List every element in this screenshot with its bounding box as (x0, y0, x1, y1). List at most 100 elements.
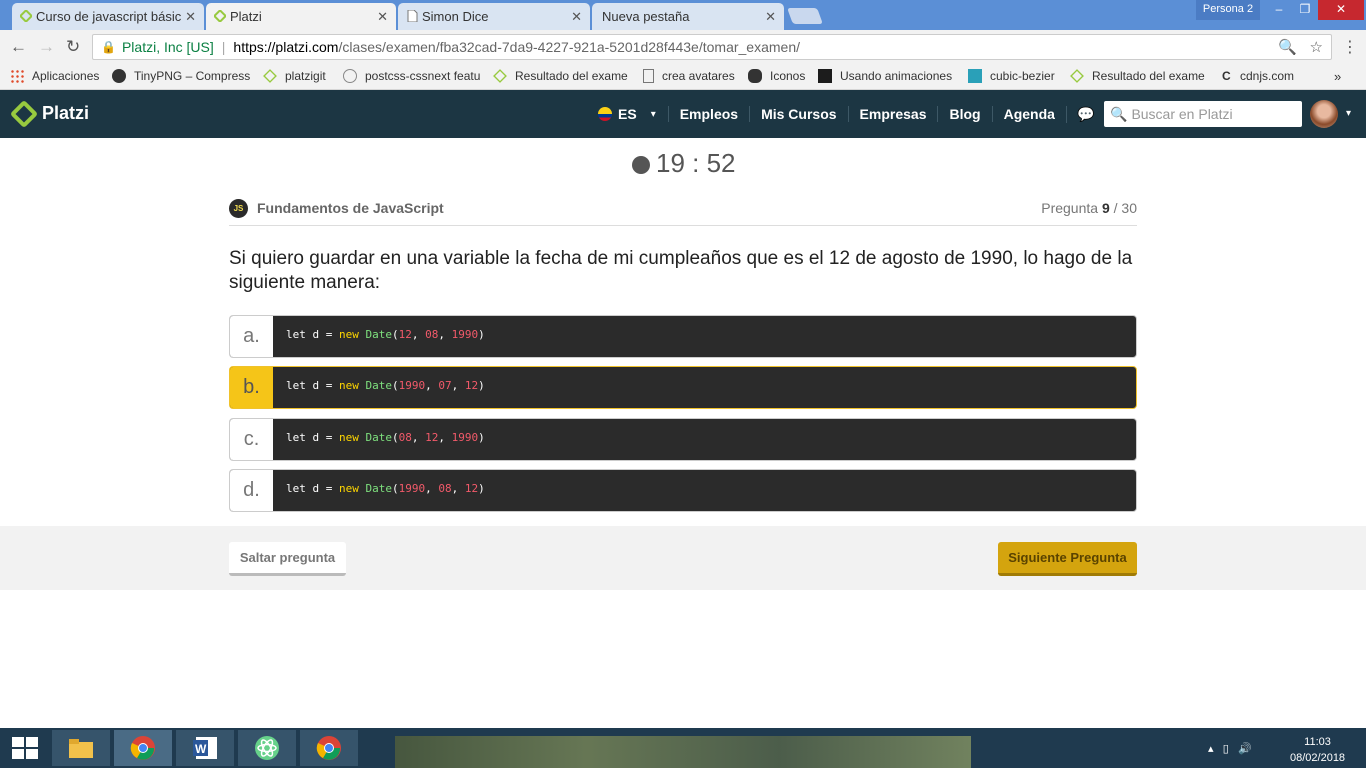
stopwatch-icon (632, 155, 650, 174)
tab-platzi[interactable]: Platzi ✕ (206, 3, 396, 30)
zoom-search-icon[interactable]: 🔍 (1278, 39, 1297, 56)
bookmark-iconos[interactable]: Iconos (748, 69, 805, 83)
code-arg: 1990 (398, 482, 426, 495)
more-menu-icon[interactable]: ⋮ (1342, 37, 1358, 57)
nav-empleos[interactable]: Empleos (667, 106, 749, 122)
nav-agenda[interactable]: Agenda (991, 106, 1066, 122)
code-function: Date (365, 328, 392, 341)
answer-option-c[interactable]: c. let d = new Date(08, 12, 1990) (229, 418, 1137, 461)
answer-option-a[interactable]: a. let d = new Date(12, 08, 1990) (229, 315, 1137, 358)
code-keyword: new (338, 431, 359, 444)
chat-icon[interactable]: 💬 (1065, 105, 1104, 123)
bookmark-resultado-1[interactable]: Resultado del exame (493, 69, 628, 83)
forward-icon[interactable]: → (38, 37, 55, 57)
system-tray: ▴ ▯ 🔊 (1208, 742, 1252, 755)
windows-start-icon[interactable] (12, 737, 38, 759)
window-close-icon[interactable]: ✕ (1318, 0, 1364, 20)
tab-curso-javascript[interactable]: Curso de javascript básic ✕ (12, 3, 204, 30)
option-letter: b. (230, 367, 273, 408)
answer-option-d[interactable]: d. let d = new Date(1990, 08, 12) (229, 469, 1137, 512)
option-code: let d = new Date(12, 08, 1990) (286, 328, 485, 341)
nav-blog[interactable]: Blog (937, 106, 991, 122)
avatar[interactable] (1310, 100, 1338, 128)
code-arg: 07 (438, 379, 452, 392)
clock-date: 08/02/2018 (1290, 752, 1346, 764)
option-code: let d = new Date(1990, 08, 12) (286, 482, 485, 495)
option-letter: c. (230, 419, 273, 460)
device-icon[interactable]: ▯ (1223, 743, 1229, 755)
url-actions: 🔍 ☆ (1278, 38, 1323, 56)
code-arg: 12 (425, 431, 439, 444)
code-arg: 12 (398, 328, 412, 341)
code-keyword: new (338, 482, 359, 495)
colombia-flag-icon (598, 107, 612, 121)
security-label: Platzi, Inc [US] (121, 39, 214, 55)
more-bookmarks-icon[interactable]: » (1334, 69, 1341, 84)
bookmark-usando-animaciones[interactable]: Usando animaciones (818, 69, 952, 83)
next-question-button[interactable]: Siguiente Pregunta (998, 542, 1137, 576)
chevron-down-icon[interactable]: ▾ (651, 109, 656, 120)
mdn-icon (818, 69, 832, 83)
code-arg: 1990 (451, 328, 479, 341)
profile-badge[interactable]: Persona 2 (1196, 0, 1260, 20)
tab-simon-dice[interactable]: Simon Dice ✕ (398, 3, 590, 30)
code-function: Date (365, 482, 392, 495)
code-keyword: new (338, 328, 359, 341)
course-header: JS Fundamentos de JavaScript Pregunta 9 … (229, 196, 1137, 226)
page-icon (643, 69, 654, 83)
question-text: Si quiero guardar en una variable la fec… (229, 248, 1133, 293)
tab-title: Curso de javascript básic (36, 9, 182, 24)
question-counter: Pregunta 9 / 30 (1041, 200, 1137, 216)
back-icon[interactable]: ← (10, 37, 27, 57)
skip-question-button[interactable]: Saltar pregunta (229, 542, 346, 576)
bookmark-tinypng[interactable]: TinyPNG – Compress (112, 69, 250, 83)
new-tab-button[interactable] (787, 8, 823, 24)
exam-actions-band (0, 526, 1366, 590)
platzi-logo[interactable]: Platzi (9, 99, 89, 128)
bookmark-cubic-bezier[interactable]: cubic-bezier (968, 69, 1055, 83)
atom-icon[interactable] (238, 730, 296, 766)
reload-icon[interactable]: ↻ (66, 37, 80, 57)
bookmark-label: Resultado del exame (1092, 69, 1205, 83)
nav-empresas[interactable]: Empresas (847, 106, 938, 122)
bookmark-postcss[interactable]: postcss-cssnext featu (343, 69, 480, 83)
star-icon[interactable]: ☆ (1310, 39, 1323, 56)
chrome-icon[interactable] (300, 730, 358, 766)
volume-icon[interactable]: 🔊 (1238, 743, 1252, 755)
code-arg: 08 (438, 482, 452, 495)
site-header: Platzi ES ▾ Empleos Mis Cursos Empresas … (0, 90, 1366, 138)
taskbar-clock[interactable]: 11:03 08/02/2018 (1290, 734, 1345, 766)
chevron-down-icon[interactable]: ▾ (1346, 108, 1351, 119)
chrome-icon[interactable] (114, 730, 172, 766)
curve-icon (968, 69, 982, 83)
search-icon: 🔍 (1110, 105, 1128, 122)
site-search-input[interactable]: 🔍 Buscar en Platzi (1104, 101, 1302, 127)
counter-current: 9 (1101, 200, 1110, 216)
counter-total: / 30 (1113, 200, 1137, 216)
word-icon[interactable]: W (176, 730, 234, 766)
bookmark-crea-avatares[interactable]: crea avatares (643, 69, 735, 83)
file-explorer-icon[interactable] (52, 730, 110, 766)
bookmark-resultado-2[interactable]: Resultado del exame (1070, 69, 1205, 83)
option-letter: a. (230, 316, 273, 357)
url-input[interactable]: 🔒 Platzi, Inc [US] | https://platzi.com /… (92, 34, 1332, 60)
chevron-up-icon[interactable]: ▴ (1208, 743, 1214, 755)
bookmark-platzigit[interactable]: platzigit (263, 69, 326, 83)
nav-mis-cursos[interactable]: Mis Cursos (749, 106, 847, 122)
answer-option-b[interactable]: b. let d = new Date(1990, 07, 12) (229, 366, 1137, 409)
bookmark-aplicaciones[interactable]: Aplicaciones (10, 69, 99, 83)
language-selector[interactable]: ES (618, 106, 637, 122)
close-icon[interactable]: ✕ (185, 9, 196, 25)
bookmark-cdnjs[interactable]: Ccdnjs.com (1222, 69, 1294, 83)
code-arg: 08 (398, 431, 412, 444)
tab-nueva-pestana[interactable]: Nueva pestaña ✕ (592, 3, 784, 30)
binoculars-icon (748, 69, 762, 83)
course-title: Fundamentos de JavaScript (257, 200, 444, 216)
maximize-icon[interactable]: ❐ (1290, 0, 1320, 20)
close-icon[interactable]: ✕ (571, 9, 582, 25)
platzi-icon (18, 8, 34, 24)
bookmark-label: crea avatares (662, 69, 735, 83)
close-icon[interactable]: ✕ (377, 9, 388, 25)
close-icon[interactable]: ✕ (765, 9, 776, 25)
url-path: /clases/examen/fba32cad-7da9-4227-921a-5… (338, 39, 800, 55)
